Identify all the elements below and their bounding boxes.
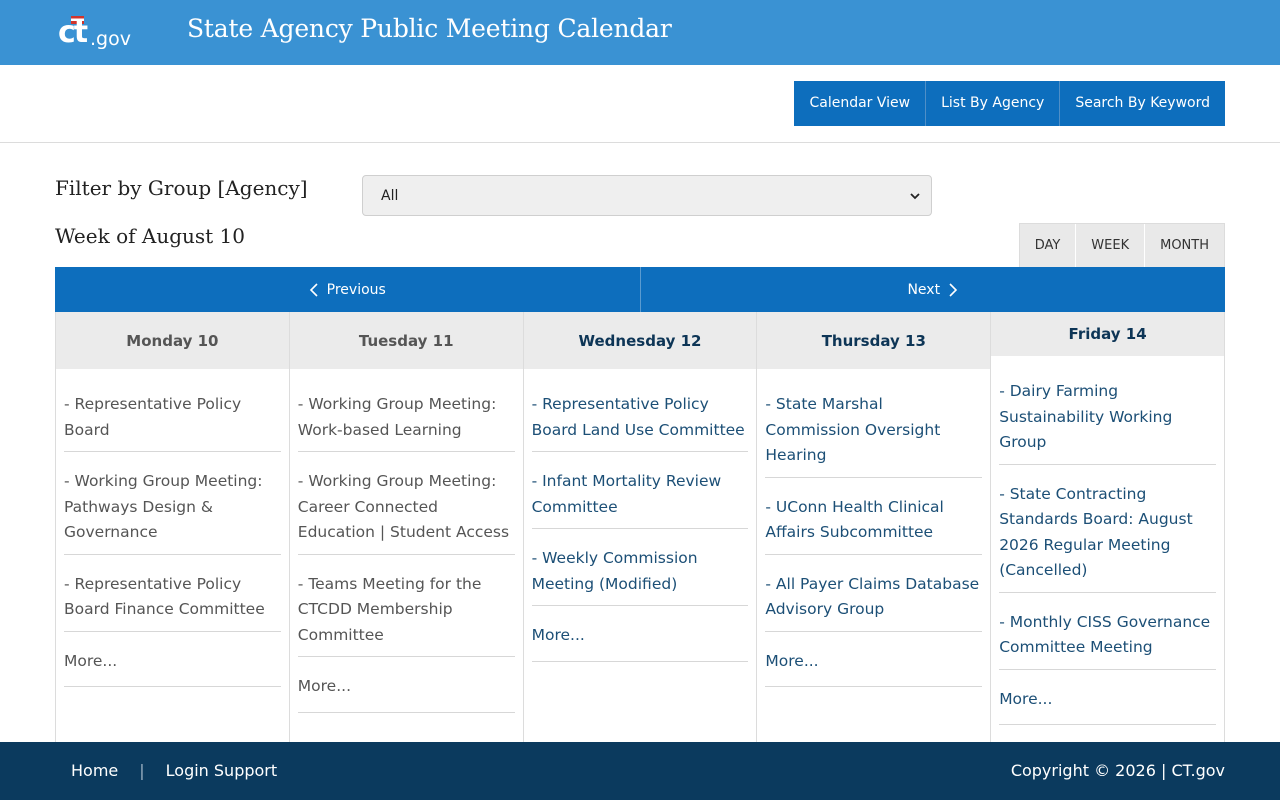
filter-label: Filter by Group [Agency] [55, 176, 308, 200]
week-view-button[interactable]: WEEK [1075, 224, 1144, 268]
view-toggle: DAY WEEK MONTH [1018, 223, 1225, 268]
event-link[interactable]: - Representative Policy Board [64, 392, 281, 452]
event-link[interactable]: - Monthly CISS Governance Committee Meet… [999, 610, 1216, 670]
event-link[interactable]: - Infant Mortality Review Committee [531, 469, 749, 529]
more-events-link[interactable]: More... [531, 623, 749, 662]
event-list: - Working Group Meeting: Work-based Lear… [290, 369, 523, 730]
agency-filter-value: All [381, 187, 399, 204]
event-link[interactable]: - State Contracting Standards Board: Aug… [999, 482, 1216, 593]
day-column-wednesday: Wednesday 12 - Representative Policy Boa… [523, 312, 758, 742]
footer-home-link[interactable]: Home [71, 761, 118, 780]
day-view-button[interactable]: DAY [1020, 224, 1076, 268]
svg-text:.gov: .gov [90, 28, 131, 50]
event-link[interactable]: - Working Group Meeting: Pathways Design… [64, 469, 281, 555]
event-link[interactable]: - UConn Health Clinical Affairs Subcommi… [765, 495, 983, 555]
site-title: State Agency Public Meeting Calendar [187, 14, 672, 43]
event-link[interactable]: - Representative Policy Board Land Use C… [531, 392, 749, 452]
ct-gov-logo[interactable]: ct .gov [58, 10, 138, 54]
footer-links: Home | Login Support [71, 761, 277, 780]
footer-copyright: Copyright © 2026 | CT.gov [1010, 761, 1225, 780]
week-pager: Previous Next [55, 267, 1225, 312]
day-column-friday: Friday 14 - Dairy Farming Sustainability… [991, 312, 1225, 742]
next-label: Next [907, 281, 941, 298]
event-link[interactable]: - Weekly Commission Meeting (Modified) [531, 546, 749, 606]
day-heading: Friday 14 [991, 312, 1224, 356]
day-column-thursday: Thursday 13 - State Marshal Commission O… [757, 312, 992, 742]
agency-filter-select[interactable]: All [362, 175, 932, 216]
footer-login-support-link[interactable]: Login Support [166, 761, 278, 780]
event-link[interactable]: - All Payer Claims Database Advisory Gro… [765, 572, 983, 632]
week-calendar: Monday 10 - Representative Policy Board … [55, 312, 1225, 742]
chevron-right-icon [949, 282, 958, 297]
calendar-view-button[interactable]: Calendar View [794, 81, 927, 126]
event-link[interactable]: - Representative Policy Board Finance Co… [64, 572, 281, 632]
previous-label: Previous [326, 281, 386, 298]
view-nav: Calendar View List By Agency Search By K… [794, 81, 1225, 126]
chevron-left-icon [309, 282, 318, 297]
event-link[interactable]: - Teams Meeting for the CTCDD Membership… [297, 572, 515, 657]
more-events-link[interactable]: More... [297, 674, 515, 713]
more-events-link[interactable]: More... [64, 649, 281, 687]
day-heading: Wednesday 12 [523, 312, 757, 369]
day-heading: Thursday 13 [757, 312, 991, 369]
event-list: - Representative Policy Board Land Use C… [524, 369, 757, 679]
more-events-link[interactable]: More... [765, 649, 983, 687]
top-navigation: Calendar View List By Agency Search By K… [0, 65, 1280, 143]
day-column-tuesday: Tuesday 11 - Working Group Meeting: Work… [289, 312, 524, 742]
site-header: ct .gov State Agency Public Meeting Cale… [0, 0, 1280, 65]
day-heading: Monday 10 [56, 312, 289, 369]
event-list: - Dairy Farming Sustainability Working G… [991, 356, 1224, 742]
footer-separator: | [139, 761, 145, 780]
previous-week-button[interactable]: Previous [55, 267, 641, 312]
svg-text:ct: ct [58, 15, 88, 50]
chevron-down-icon [910, 193, 920, 200]
event-list: - State Marshal Commission Oversight Hea… [757, 369, 990, 704]
day-column-monday: Monday 10 - Representative Policy Board … [56, 312, 290, 742]
event-link[interactable]: - Working Group Meeting: Career Connecte… [297, 469, 515, 555]
event-list: - Representative Policy Board - Working … [56, 369, 289, 704]
event-link[interactable]: - Working Group Meeting: Work-based Lear… [297, 392, 515, 452]
next-week-button[interactable]: Next [641, 267, 1226, 312]
site-footer: Home | Login Support Copyright © 2026 | … [0, 742, 1280, 800]
month-view-button[interactable]: MONTH [1144, 224, 1224, 268]
week-title: Week of August 10 [55, 224, 245, 248]
more-events-link[interactable]: More... [999, 687, 1216, 725]
event-link[interactable]: - Dairy Farming Sustainability Working G… [999, 379, 1216, 465]
day-heading: Tuesday 11 [289, 312, 523, 369]
search-by-keyword-button[interactable]: Search By Keyword [1060, 81, 1225, 126]
event-link[interactable]: - State Marshal Commission Oversight Hea… [765, 392, 983, 478]
list-by-agency-button[interactable]: List By Agency [926, 81, 1061, 126]
